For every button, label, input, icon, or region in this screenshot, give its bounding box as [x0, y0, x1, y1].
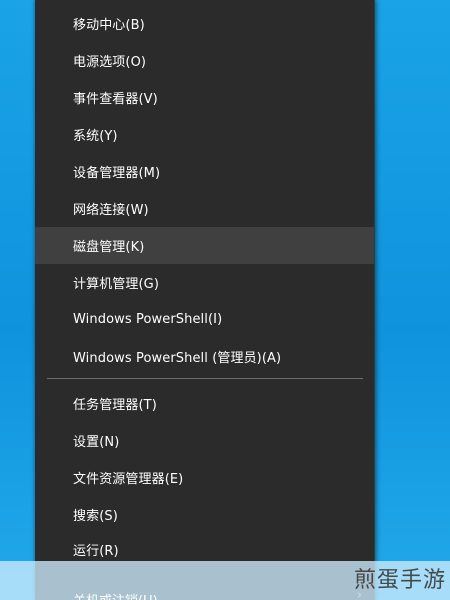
menu-item-label: 网络连接(W) [73, 203, 149, 218]
chevron-right-icon: › [356, 588, 362, 600]
menu-item-search[interactable]: 搜索(S) [35, 496, 374, 533]
menu-item-label: 文件资源管理器(E) [73, 472, 184, 487]
menu-item-label: 磁盘管理(K) [73, 240, 145, 255]
menu-item-label: 关机或注销(U) [73, 590, 158, 600]
menu-item-disk-management[interactable]: 磁盘管理(K) [35, 227, 374, 264]
menu-item-label: 任务管理器(T) [73, 398, 157, 413]
menu-item-settings[interactable]: 设置(N) [35, 422, 374, 459]
menu-item-task-manager[interactable]: 任务管理器(T) [35, 385, 374, 422]
menu-item-label: 计算机管理(G) [73, 277, 160, 292]
menu-item-label: 搜索(S) [73, 509, 118, 524]
menu-item-label: 电源选项(O) [73, 55, 147, 70]
menu-item-network-connections[interactable]: 网络连接(W) [35, 190, 374, 227]
menu-item-label: 运行(R) [73, 544, 119, 559]
menu-item-system[interactable]: 系统(Y) [35, 116, 374, 153]
menu-item-file-explorer[interactable]: 文件资源管理器(E) [35, 459, 374, 496]
menu-item-event-viewer[interactable]: 事件查看器(V) [35, 79, 374, 116]
menu-item-label: Windows PowerShell (管理员)(A) [73, 351, 282, 366]
menu-item-powershell[interactable]: Windows PowerShell(I) [35, 301, 374, 338]
menu-item-mobility-center[interactable]: 移动中心(B) [35, 5, 374, 42]
menu-item-label: 设备管理器(M) [73, 166, 161, 181]
menu-item-label: 移动中心(B) [73, 18, 145, 33]
menu-item-label: 设置(N) [73, 435, 120, 450]
menu-item-device-manager[interactable]: 设备管理器(M) [35, 153, 374, 190]
menu-item-computer-management[interactable]: 计算机管理(G) [35, 264, 374, 301]
context-menu: 移动中心(B) 电源选项(O) 事件查看器(V) 系统(Y) 设备管理器(M) … [35, 0, 375, 600]
menu-item-label: 事件查看器(V) [73, 92, 158, 107]
menu-item-power-options[interactable]: 电源选项(O) [35, 42, 374, 79]
menu-separator [47, 378, 363, 379]
menu-item-powershell-admin[interactable]: Windows PowerShell (管理员)(A) [35, 338, 374, 375]
menu-item-label: 系统(Y) [73, 129, 118, 144]
menu-item-shutdown-signout[interactable]: 关机或注销(U) › [35, 584, 374, 600]
menu-item-label: Windows PowerShell(I) [73, 312, 223, 327]
